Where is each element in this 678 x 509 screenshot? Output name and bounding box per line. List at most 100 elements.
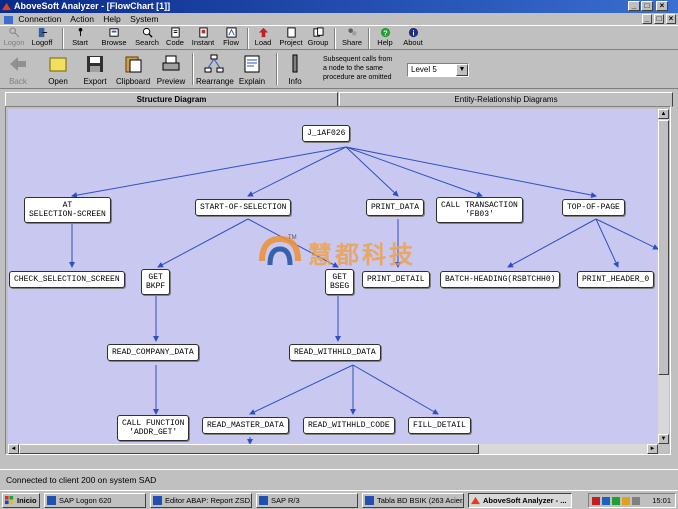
node-get-bseg[interactable]: GET BSEG bbox=[325, 269, 355, 295]
node-read-withhld-code[interactable]: READ_WITHHLD_CODE bbox=[303, 417, 395, 434]
node-print-detail[interactable]: PRINT_DETAIL bbox=[362, 271, 430, 288]
task-tabla-bd[interactable]: Tabla BD BSIK (263 Acier... bbox=[362, 493, 464, 508]
task-editor-abap[interactable]: Editor ABAP: Report ZSD... bbox=[150, 493, 252, 508]
browse-button[interactable]: Browse bbox=[100, 27, 128, 50]
node-check-selection-screen[interactable]: CHECK_SELECTION_SCREEN bbox=[9, 271, 125, 288]
mdi-close-button[interactable]: × bbox=[666, 14, 676, 24]
explain-icon bbox=[244, 55, 260, 73]
node-fill-detail[interactable]: FILL_DETAIL bbox=[408, 417, 471, 434]
svg-text:?: ? bbox=[383, 28, 388, 37]
rearrange-button[interactable]: Rearrange bbox=[196, 54, 234, 88]
scroll-right-icon[interactable]: ► bbox=[647, 444, 658, 454]
instant-icon bbox=[198, 27, 208, 38]
about-button[interactable]: i About bbox=[401, 27, 425, 50]
open-button[interactable]: Open bbox=[44, 54, 72, 88]
toolbar-separator bbox=[192, 53, 194, 85]
code-button[interactable]: Code bbox=[163, 27, 187, 50]
node-root[interactable]: J_1AF026 bbox=[302, 125, 351, 142]
load-button[interactable]: Load bbox=[252, 27, 274, 50]
instant-button[interactable]: Instant bbox=[190, 27, 216, 50]
toolbar-separator bbox=[334, 28, 336, 49]
mdi-minimize-button[interactable]: _ bbox=[642, 14, 652, 24]
node-start-of-selection[interactable]: START-OF-SELECTION bbox=[195, 199, 292, 216]
sap-icon bbox=[365, 496, 374, 505]
mdi-icon[interactable] bbox=[4, 15, 13, 24]
horizontal-scrollbar[interactable]: ◄ ► bbox=[8, 444, 658, 454]
vertical-scroll-thumb[interactable] bbox=[658, 120, 669, 375]
clipboard-icon bbox=[125, 56, 142, 73]
help-icon: ? bbox=[380, 27, 390, 37]
start-button[interactable]: Start bbox=[68, 27, 92, 50]
start-icon bbox=[78, 27, 82, 37]
task-sap-logon[interactable]: SAP Logon 620 bbox=[44, 493, 146, 508]
tab-entity-relationship[interactable]: Entity-Relationship Diagrams bbox=[339, 92, 673, 107]
group-button[interactable]: Group bbox=[306, 27, 330, 50]
level-select[interactable]: Level 5 ▼ bbox=[407, 63, 469, 77]
watermark-logo-icon: TM bbox=[259, 235, 301, 266]
task-sap-r3[interactable]: SAP R/3 bbox=[256, 493, 358, 508]
scroll-left-icon[interactable]: ◄ bbox=[8, 444, 19, 454]
toolbar-separator bbox=[276, 53, 278, 85]
maximize-button[interactable]: □ bbox=[641, 1, 653, 11]
node-batch-heading[interactable]: BATCH-HEADING(RSBTCHH0) bbox=[440, 271, 561, 288]
node-read-company-data[interactable]: READ_COMPANY_DATA bbox=[107, 344, 199, 361]
search-button[interactable]: Search bbox=[133, 27, 161, 50]
info-icon: i bbox=[408, 27, 418, 37]
omission-note: Subsequent calls from a node to the same… bbox=[323, 56, 393, 81]
node-call-function[interactable]: CALL FUNCTION 'ADDR_GET' bbox=[117, 415, 190, 441]
mdi-restore-button[interactable]: □ bbox=[654, 14, 664, 24]
tab-structure-diagram[interactable]: Structure Diagram bbox=[5, 92, 338, 107]
help-button[interactable]: ? Help bbox=[374, 27, 396, 50]
app-logo-icon bbox=[471, 496, 480, 505]
minimize-button[interactable]: _ bbox=[628, 1, 640, 11]
menu-connection[interactable]: Connection bbox=[18, 14, 61, 24]
back-button[interactable]: Back bbox=[4, 54, 32, 88]
close-button[interactable]: × bbox=[656, 1, 668, 11]
project-button[interactable]: Project bbox=[278, 27, 304, 50]
scroll-down-icon[interactable]: ▼ bbox=[658, 434, 669, 444]
code-icon bbox=[170, 27, 180, 38]
chevron-down-icon[interactable]: ▼ bbox=[456, 64, 468, 76]
structure-diagram-canvas[interactable]: J_1AF026 AT SELECTION-SCREEN START-OF-SE… bbox=[8, 109, 658, 444]
windows-logo-icon bbox=[5, 496, 14, 505]
node-call-transaction[interactable]: CALL TRANSACTION 'FB03' bbox=[436, 197, 523, 223]
explain-button[interactable]: Explain bbox=[238, 54, 266, 88]
clipboard-button[interactable]: Clipboard bbox=[116, 54, 150, 88]
menu-help[interactable]: Help bbox=[103, 14, 120, 24]
export-button[interactable]: Export bbox=[80, 54, 110, 88]
node-read-master-data[interactable]: READ_MASTER_DATA bbox=[202, 417, 289, 434]
node-top-of-page[interactable]: TOP-OF-PAGE bbox=[562, 199, 625, 216]
info-button[interactable]: Info bbox=[284, 54, 306, 88]
search-icon bbox=[142, 27, 153, 38]
share-button[interactable]: Share bbox=[340, 27, 364, 50]
toolbar-separator bbox=[247, 28, 249, 49]
logon-button[interactable]: Logon bbox=[2, 27, 26, 50]
start-menu-button[interactable]: Inicio bbox=[2, 493, 40, 508]
node-print-header[interactable]: PRINT_HEADER_0 bbox=[577, 271, 655, 288]
title-bar: AboveSoft Analyzer - [FlowChart [1]] _ □… bbox=[0, 0, 678, 13]
scroll-up-icon[interactable]: ▲ bbox=[658, 109, 669, 119]
rearrange-icon bbox=[204, 54, 224, 73]
menu-bar: Connection Action Help System _ □ × bbox=[0, 13, 678, 25]
flow-icon bbox=[225, 27, 237, 38]
main-toolbar: Logon Logoff Start Browse Search Code In… bbox=[0, 25, 678, 50]
sap-icon bbox=[153, 496, 162, 505]
menu-action[interactable]: Action bbox=[70, 14, 94, 24]
app-logo-icon bbox=[2, 2, 11, 11]
vertical-scrollbar[interactable]: ▲ ▼ bbox=[658, 109, 669, 444]
flow-button[interactable]: Flow bbox=[220, 27, 242, 50]
logoff-button[interactable]: Logoff bbox=[28, 27, 56, 50]
tray-icons bbox=[592, 497, 640, 505]
project-icon bbox=[286, 27, 296, 38]
floppy-icon bbox=[87, 56, 103, 72]
status-bar: Connected to client 200 on system SAD bbox=[0, 469, 678, 489]
node-at-selection-screen[interactable]: AT SELECTION-SCREEN bbox=[24, 197, 111, 223]
menu-system[interactable]: System bbox=[130, 14, 158, 24]
preview-button[interactable]: Preview bbox=[156, 54, 186, 88]
node-print-data[interactable]: PRINT_DATA bbox=[366, 199, 425, 216]
node-read-withhld-data[interactable]: READ_WITHHLD_DATA bbox=[289, 344, 381, 361]
task-abovesoft-analyzer[interactable]: AboveSoft Analyzer - ... bbox=[468, 493, 572, 508]
horizontal-scroll-thumb[interactable] bbox=[19, 444, 479, 454]
printer-icon bbox=[162, 55, 180, 71]
node-get-bkpf[interactable]: GET BKPF bbox=[141, 269, 171, 295]
